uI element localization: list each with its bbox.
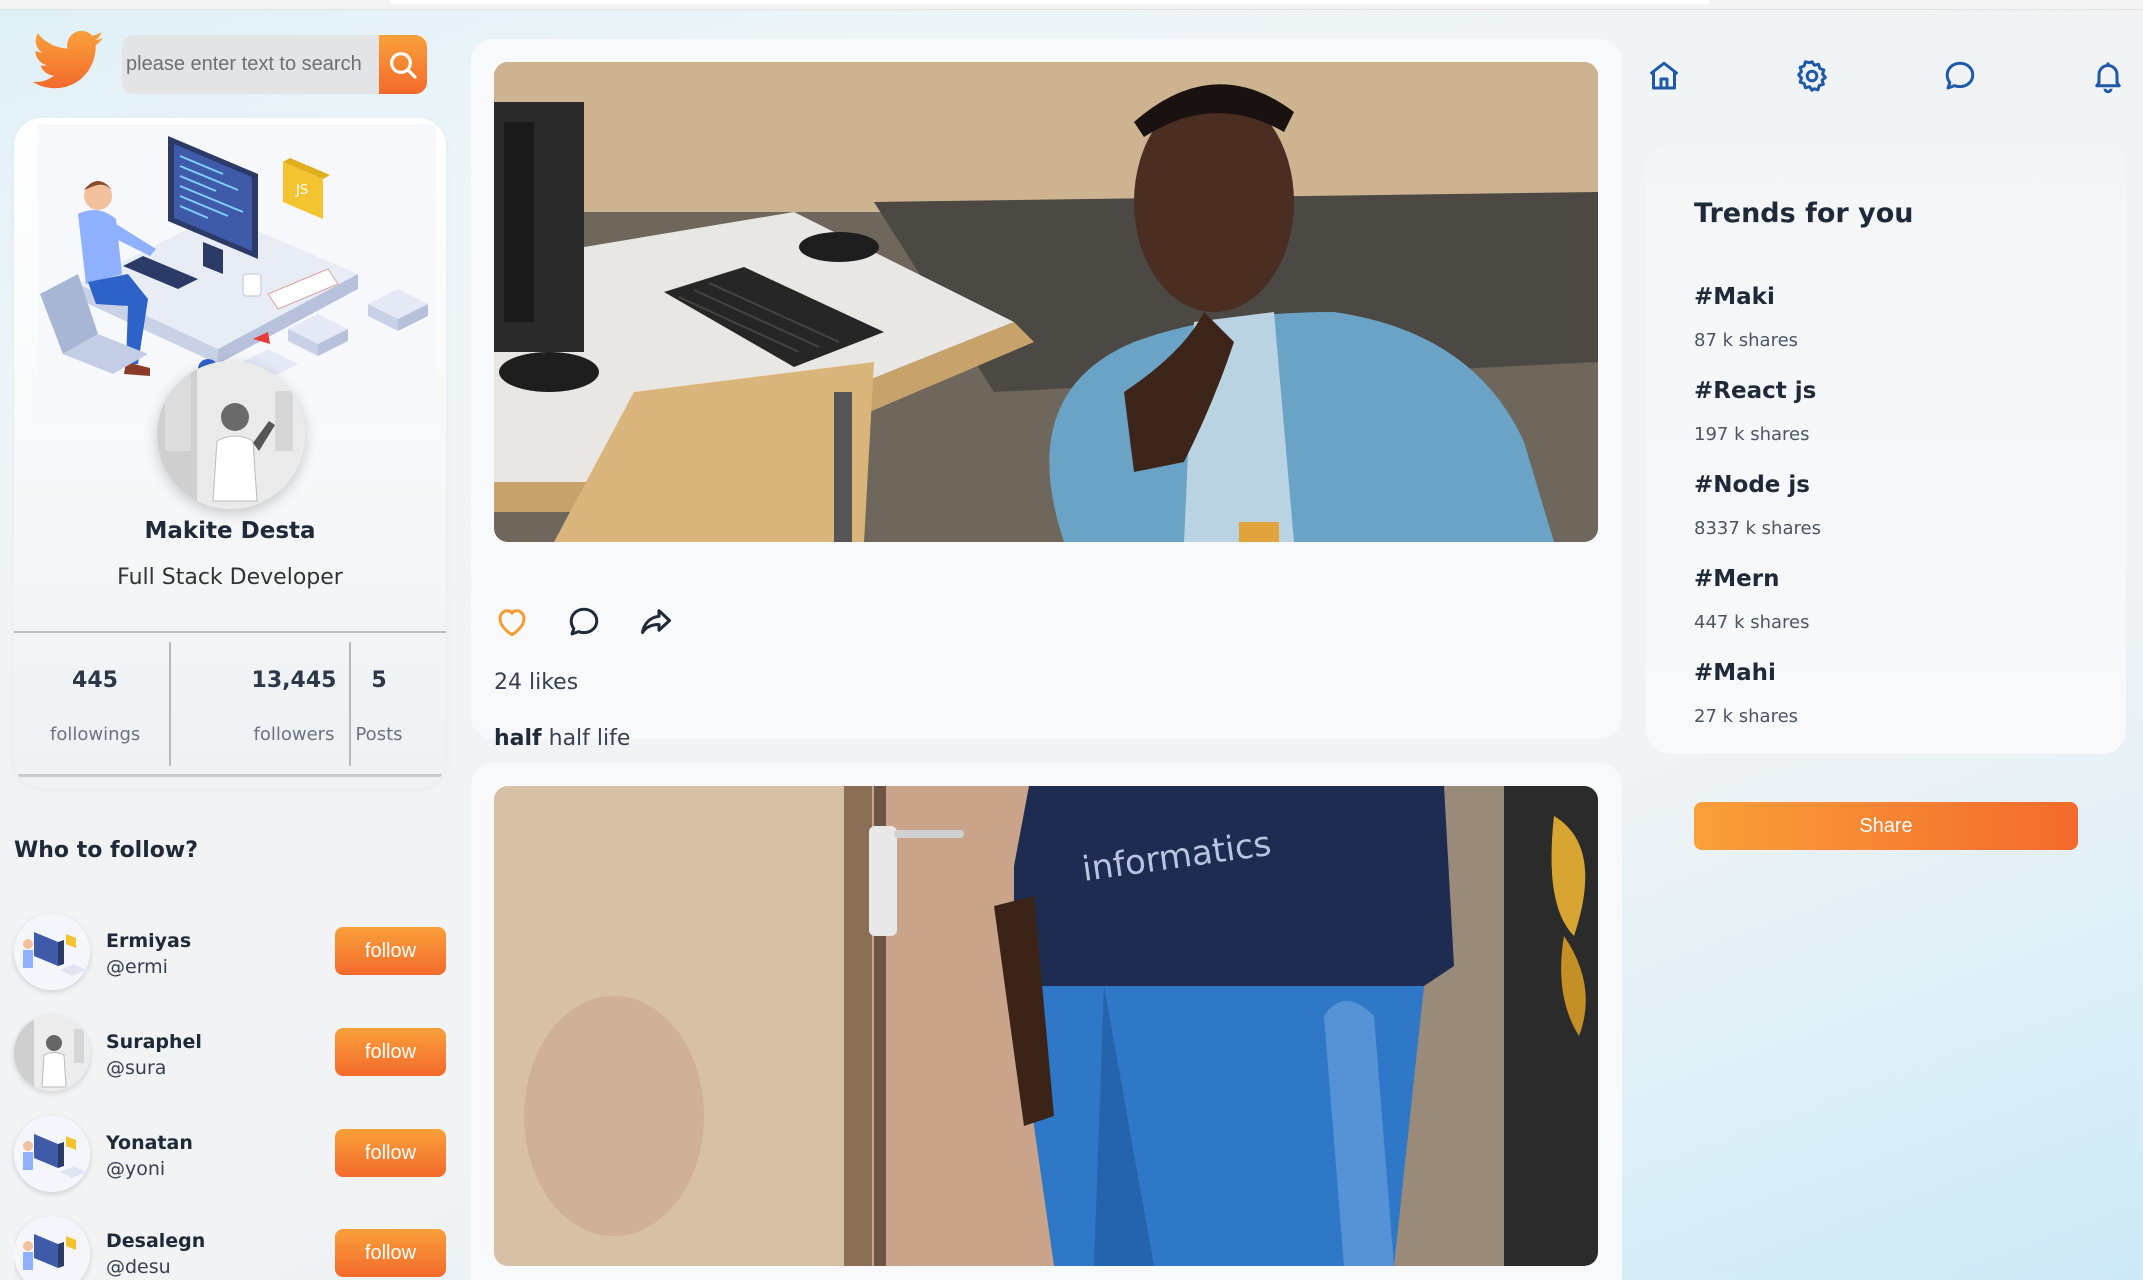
gear-icon[interactable] <box>1794 58 1830 94</box>
trend-tag[interactable]: #React js <box>1694 378 1816 404</box>
trend-tag[interactable]: #Maki <box>1694 284 1775 310</box>
share-button[interactable]: Share <box>1694 802 2078 850</box>
user-name[interactable]: Suraphel <box>106 1031 202 1053</box>
user-handle: @sura <box>106 1057 167 1079</box>
follow-suggestion: Desalegn @desu follow <box>14 1216 446 1280</box>
trend-tag[interactable]: #Node js <box>1694 472 1810 498</box>
stats-divider <box>169 642 171 766</box>
trend-shares: 197 k shares <box>1694 424 1810 445</box>
stat-followers-label[interactable]: followers <box>239 724 349 745</box>
stats-divider <box>349 642 351 766</box>
search-bar <box>122 35 427 94</box>
heart-icon[interactable] <box>494 604 530 640</box>
user-name[interactable]: Yonatan <box>106 1132 193 1154</box>
user-name[interactable]: Desalegn <box>106 1230 205 1252</box>
post-text: half life <box>548 726 631 751</box>
search-button[interactable] <box>379 35 427 94</box>
follow-button[interactable]: follow <box>335 1229 446 1277</box>
who-to-follow-title: Who to follow? <box>14 838 198 863</box>
avatar[interactable] <box>14 1116 90 1192</box>
search-input[interactable] <box>124 43 374 85</box>
post-card: informatics <box>471 763 1622 1280</box>
user-handle: @ermi <box>106 956 168 978</box>
post-photo <box>494 62 1598 542</box>
avatar[interactable] <box>14 1015 90 1091</box>
stat-followings-value: 445 <box>72 668 118 693</box>
post-author[interactable]: half <box>494 726 542 751</box>
user-name[interactable]: Ermiyas <box>106 930 191 952</box>
trend-shares: 27 k shares <box>1694 706 1799 727</box>
follow-suggestion: Ermiyas @ermi follow <box>14 914 446 994</box>
avatar-photo <box>157 361 305 509</box>
share-arrow-icon[interactable] <box>638 604 674 640</box>
user-handle: @desu <box>106 1256 171 1278</box>
follow-button[interactable]: follow <box>335 1129 446 1177</box>
profile-name: Makite Desta <box>144 518 316 544</box>
trends-title: Trends for you <box>1694 198 1914 229</box>
browser-top-strip <box>0 0 2143 10</box>
stats-divider-bottom <box>14 774 446 777</box>
bell-icon[interactable] <box>2090 58 2126 94</box>
twitter-bird-icon[interactable] <box>33 30 105 96</box>
cover-js-badge: JS <box>295 183 308 198</box>
avatar[interactable] <box>14 1216 90 1280</box>
follow-button[interactable]: follow <box>335 1028 446 1076</box>
trend-shares: 447 k shares <box>1694 612 1810 633</box>
follow-button[interactable]: follow <box>335 927 446 975</box>
stat-followings-label[interactable]: followings <box>50 724 140 745</box>
likes-count: 24 likes <box>494 670 579 695</box>
trend-tag[interactable]: #Mern <box>1694 566 1779 592</box>
stat-posts-label[interactable]: Posts <box>354 724 404 745</box>
home-icon[interactable] <box>1646 58 1682 94</box>
post-card: 24 likes half half life <box>471 39 1622 751</box>
profile-role: Full Stack Developer <box>117 565 343 590</box>
stat-posts-value: 5 <box>371 668 387 693</box>
avatar[interactable] <box>14 914 90 990</box>
comment-icon[interactable] <box>566 604 602 640</box>
trends-panel: Trends for you #Maki 87 k shares #React … <box>1646 144 2126 754</box>
trend-shares: 8337 k shares <box>1694 518 1821 539</box>
trend-tag[interactable]: #Mahi <box>1694 660 1776 686</box>
stat-followers-value: 13,445 <box>251 668 337 693</box>
trend-shares: 87 k shares <box>1694 330 1799 351</box>
profile-avatar[interactable] <box>157 361 305 509</box>
follow-suggestion: Suraphel @sura follow <box>14 1015 446 1095</box>
follow-suggestion: Yonatan @yoni follow <box>14 1116 446 1196</box>
post-caption: half half life <box>494 726 630 751</box>
profile-card: JS Makite Desta Full Stack Developer 445… <box>14 118 446 788</box>
user-handle: @yoni <box>106 1158 166 1180</box>
post-photo: informatics <box>494 786 1598 1266</box>
post-image[interactable] <box>494 62 1598 542</box>
chat-icon[interactable] <box>1942 58 1978 94</box>
stats-divider-top <box>14 631 446 633</box>
search-icon <box>390 51 417 79</box>
post-image[interactable]: informatics <box>494 786 1598 1266</box>
